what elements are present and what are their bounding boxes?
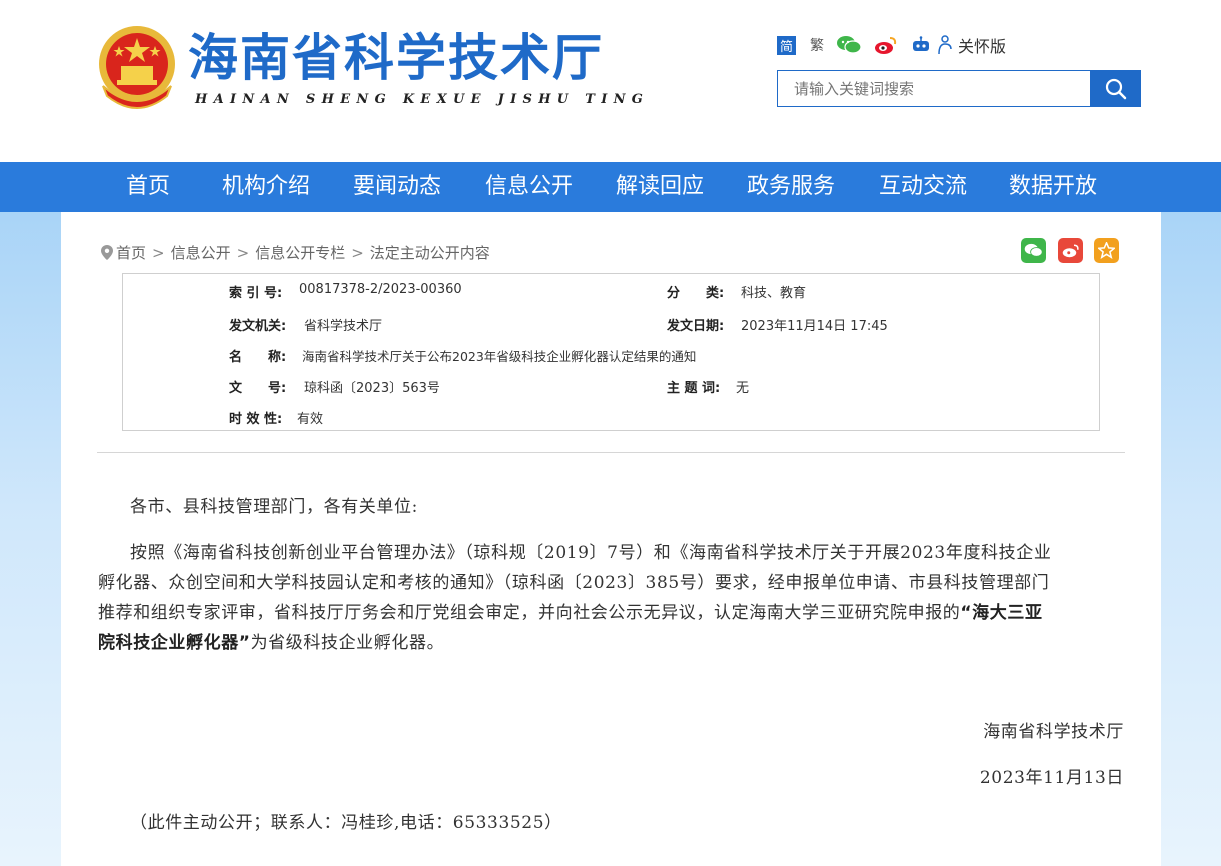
article-paragraph-line: 按照《海南省科技创新创业平台管理办法》（琼科规〔2019〕7号）和《海南省科学技… [130, 543, 1052, 563]
meta-date-value: 2023年11月14日 17:45 [741, 319, 888, 334]
meta-category-value: 科技、教育 [741, 286, 807, 301]
article-paragraph-line: 推荐和组织专家评审，省科技厅厅务会和厅党组会审定，并向社会公示无异议，认定海南大… [98, 598, 1043, 623]
article-paragraph-line: 院科技企业孵化器”为省级科技企业孵化器。 [98, 628, 444, 653]
nav-interaction[interactable]: 互动交流 [879, 162, 967, 212]
divider [97, 452, 1125, 453]
breadcrumb-info-disclosure[interactable]: 信息公开 [171, 242, 231, 263]
article-bold-text: “海大三亚 [960, 603, 1043, 623]
wechat-icon[interactable] [836, 35, 862, 55]
meta-subject-value: 无 [736, 381, 750, 396]
site-title[interactable]: 海南省科学技术厅 [188, 30, 604, 86]
location-pin-icon [101, 245, 113, 260]
care-mode-link[interactable]: 关怀版 [958, 33, 1006, 57]
meta-name-label: 名 称: [229, 350, 287, 365]
breadcrumb-separator: > [152, 243, 165, 262]
nav-info-disclosure[interactable]: 信息公开 [485, 162, 573, 212]
meta-validity-label: 时 效 性: [229, 412, 283, 427]
nav-government-services[interactable]: 政务服务 [747, 162, 835, 212]
meta-issuer-value: 省科学技术厅 [304, 319, 383, 334]
meta-category-label: 分 类: [667, 286, 725, 301]
header-tools: 简 繁 关怀版 [777, 32, 1006, 58]
share-wechat-icon[interactable] [1021, 238, 1046, 263]
main-nav: 首页 机构介绍 要闻动态 信息公开 解读回应 政务服务 互动交流 数据开放 [0, 162, 1221, 212]
site-header: 海南省科学技术厅 HAINAN SHENG KEXUE JISHU TING 简… [0, 0, 1221, 162]
meta-index-value: 00817378-2/2023-00360 [299, 282, 462, 297]
breadcrumb-info-column[interactable]: 信息公开专栏 [255, 242, 345, 263]
meta-docno-value: 琼科函〔2023〕563号 [304, 381, 440, 396]
favorite-star-icon[interactable] [1094, 238, 1119, 263]
robot-assistant-icon[interactable] [910, 36, 932, 54]
article-contact-note: （此件主动公开；联系人：冯桂珍,电话：65333525） [130, 813, 562, 833]
article-sign-date: 2023年11月13日 [979, 768, 1124, 788]
left-background [0, 212, 61, 866]
right-background [1161, 212, 1221, 866]
meta-docno-label: 文 号: [229, 381, 287, 396]
breadcrumb-separator: > [351, 243, 364, 262]
article-text: 推荐和组织专家评审，省科技厅厅务会和厅党组会审定，并向社会公示无异议，认定海南大… [98, 603, 961, 623]
search-icon [1105, 78, 1126, 99]
meta-validity-value: 有效 [297, 412, 324, 427]
weibo-icon[interactable] [874, 35, 898, 55]
search-input[interactable] [777, 70, 1091, 107]
breadcrumb-home[interactable]: 首页 [116, 242, 146, 263]
national-emblem-logo [95, 24, 179, 112]
nav-open-data[interactable]: 数据开放 [1009, 162, 1097, 212]
meta-index-label: 索 引 号: [229, 286, 283, 301]
simplified-chinese-toggle[interactable]: 简 [777, 35, 796, 55]
care-mode-icon[interactable] [936, 35, 954, 55]
meta-subject-label: 主 题 词: [667, 381, 721, 396]
breadcrumb-separator: > [236, 243, 250, 262]
breadcrumb-current[interactable]: 法定主动公开内容 [370, 242, 490, 263]
nav-organization[interactable]: 机构介绍 [222, 162, 310, 212]
traditional-chinese-toggle[interactable]: 繁 [810, 35, 824, 55]
meta-issuer-label: 发文机关: [229, 319, 287, 334]
site-pinyin: HAINAN SHENG KEXUE JISHU TING [195, 92, 650, 107]
search-button[interactable] [1090, 70, 1141, 107]
nav-interpretation[interactable]: 解读回应 [616, 162, 704, 212]
article-text: 为省级科技企业孵化器。 [250, 633, 445, 653]
article-bold-text: 院科技企业孵化器” [98, 633, 251, 653]
meta-date-label: 发文日期: [667, 319, 725, 334]
article-signature: 海南省科学技术厅 [983, 722, 1124, 742]
article-salutation: 各市、县科技管理部门，各有关单位: [130, 497, 418, 517]
meta-name-value: 海南省科学技术厅关于公布2023年省级科技企业孵化器认定结果的通知 [302, 349, 697, 364]
share-weibo-icon[interactable] [1058, 238, 1083, 263]
article-paragraph-line: 孵化器、众创空间和大学科技园认定和考核的通知》（琼科函〔2023〕385号）要求… [98, 573, 1050, 593]
nav-news[interactable]: 要闻动态 [353, 162, 441, 212]
breadcrumb: 首页 > 信息公开 > 信息公开专栏 > 法定主动公开内容 [101, 242, 490, 263]
nav-home[interactable]: 首页 [126, 162, 170, 212]
